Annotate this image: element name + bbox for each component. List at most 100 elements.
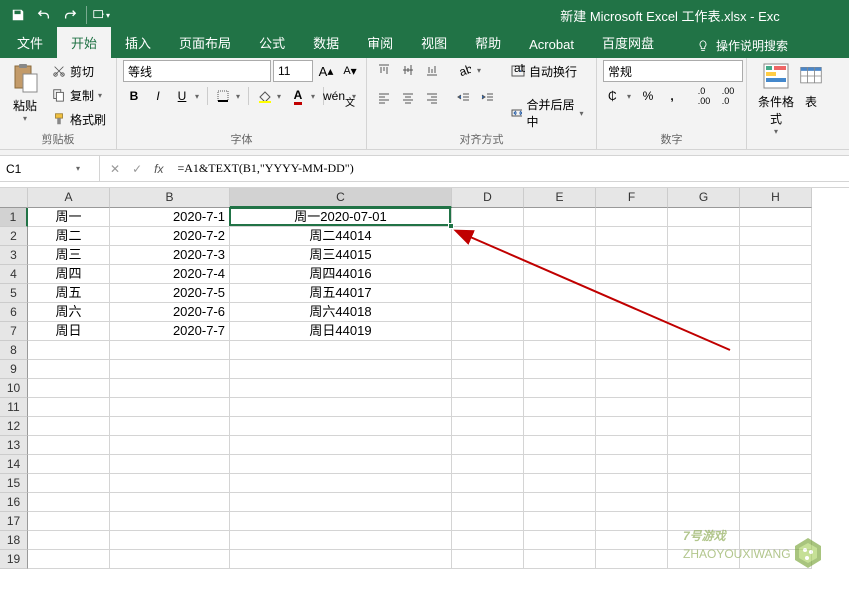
cell[interactable] bbox=[740, 455, 812, 474]
increase-indent-icon[interactable] bbox=[477, 88, 499, 108]
cell[interactable] bbox=[28, 474, 110, 493]
cell[interactable] bbox=[28, 341, 110, 360]
accounting-format-icon[interactable]: ₵ bbox=[603, 86, 625, 106]
row-header[interactable]: 2 bbox=[0, 227, 28, 246]
cell[interactable] bbox=[740, 284, 812, 303]
cell[interactable] bbox=[524, 341, 596, 360]
cell[interactable] bbox=[668, 284, 740, 303]
cell[interactable] bbox=[740, 227, 812, 246]
cell[interactable] bbox=[452, 265, 524, 284]
tab-layout[interactable]: 页面布局 bbox=[165, 27, 245, 58]
cell[interactable] bbox=[668, 398, 740, 417]
row-header[interactable]: 11 bbox=[0, 398, 28, 417]
cell[interactable] bbox=[28, 436, 110, 455]
cell[interactable] bbox=[452, 379, 524, 398]
cell[interactable] bbox=[28, 550, 110, 569]
cell[interactable] bbox=[740, 303, 812, 322]
column-header[interactable]: G bbox=[668, 188, 740, 208]
underline-button[interactable]: U bbox=[171, 86, 193, 106]
cell[interactable] bbox=[452, 493, 524, 512]
cell[interactable] bbox=[668, 379, 740, 398]
cell[interactable] bbox=[110, 531, 230, 550]
cell[interactable]: 周四44016 bbox=[230, 265, 452, 284]
cell[interactable]: 周六44018 bbox=[230, 303, 452, 322]
cell[interactable]: 周一 bbox=[28, 208, 110, 227]
cell[interactable]: 周一2020-07-01 bbox=[230, 208, 452, 227]
cell[interactable] bbox=[524, 493, 596, 512]
increase-decimal-icon[interactable]: .0.00 bbox=[693, 86, 715, 106]
cell[interactable] bbox=[230, 455, 452, 474]
cell[interactable] bbox=[596, 455, 668, 474]
cell[interactable] bbox=[668, 227, 740, 246]
align-center-icon[interactable] bbox=[397, 88, 419, 108]
row-header[interactable]: 4 bbox=[0, 265, 28, 284]
align-middle-icon[interactable] bbox=[397, 60, 419, 80]
cell[interactable] bbox=[28, 531, 110, 550]
percent-format-icon[interactable]: % bbox=[637, 86, 659, 106]
bold-button[interactable]: B bbox=[123, 86, 145, 106]
row-header[interactable]: 13 bbox=[0, 436, 28, 455]
cell[interactable]: 2020-7-1 bbox=[110, 208, 230, 227]
row-header[interactable]: 7 bbox=[0, 322, 28, 341]
cell[interactable] bbox=[740, 474, 812, 493]
cell[interactable] bbox=[524, 455, 596, 474]
cell[interactable] bbox=[668, 322, 740, 341]
cell[interactable] bbox=[452, 398, 524, 417]
column-header[interactable]: H bbox=[740, 188, 812, 208]
cell[interactable] bbox=[596, 360, 668, 379]
paste-button[interactable]: 粘贴 ▾ bbox=[6, 60, 44, 123]
cell[interactable] bbox=[110, 455, 230, 474]
cell[interactable] bbox=[230, 436, 452, 455]
cell[interactable] bbox=[524, 284, 596, 303]
cell[interactable] bbox=[452, 227, 524, 246]
cell[interactable] bbox=[28, 379, 110, 398]
cell[interactable] bbox=[740, 493, 812, 512]
redo-icon[interactable] bbox=[57, 2, 83, 28]
cell[interactable] bbox=[740, 379, 812, 398]
cell[interactable] bbox=[668, 474, 740, 493]
row-header[interactable]: 3 bbox=[0, 246, 28, 265]
cell[interactable] bbox=[668, 303, 740, 322]
cell[interactable] bbox=[596, 550, 668, 569]
cell[interactable] bbox=[524, 417, 596, 436]
cell[interactable] bbox=[524, 208, 596, 227]
cell[interactable] bbox=[596, 531, 668, 550]
cell[interactable] bbox=[668, 360, 740, 379]
align-right-icon[interactable] bbox=[421, 88, 443, 108]
copy-button[interactable]: 复制▾ bbox=[48, 84, 110, 106]
cell[interactable] bbox=[230, 531, 452, 550]
cell[interactable] bbox=[596, 379, 668, 398]
row-header[interactable]: 12 bbox=[0, 417, 28, 436]
column-header[interactable]: D bbox=[452, 188, 524, 208]
cell[interactable] bbox=[524, 512, 596, 531]
cell[interactable] bbox=[452, 455, 524, 474]
cell[interactable] bbox=[596, 474, 668, 493]
fill-handle[interactable] bbox=[448, 223, 454, 229]
cell[interactable] bbox=[28, 512, 110, 531]
cell[interactable] bbox=[524, 531, 596, 550]
cell[interactable] bbox=[110, 512, 230, 531]
cell[interactable] bbox=[740, 341, 812, 360]
cell[interactable] bbox=[596, 341, 668, 360]
tab-formula[interactable]: 公式 bbox=[245, 27, 299, 58]
cell[interactable] bbox=[230, 512, 452, 531]
column-header[interactable]: F bbox=[596, 188, 668, 208]
align-left-icon[interactable] bbox=[373, 88, 395, 108]
align-top-icon[interactable] bbox=[373, 60, 395, 80]
tab-help[interactable]: 帮助 bbox=[461, 27, 515, 58]
cell[interactable] bbox=[452, 360, 524, 379]
phonetic-button[interactable]: wén文 bbox=[328, 86, 350, 106]
fx-icon[interactable]: fx bbox=[154, 162, 163, 176]
format-painter-button[interactable]: 格式刷 bbox=[48, 108, 110, 130]
merge-center-button[interactable]: 合并后居中▾ bbox=[507, 102, 590, 124]
cell[interactable]: 周三 bbox=[28, 246, 110, 265]
orientation-icon[interactable]: ab bbox=[453, 60, 475, 80]
cell[interactable] bbox=[110, 436, 230, 455]
cell[interactable]: 周二 bbox=[28, 227, 110, 246]
cell[interactable]: 2020-7-3 bbox=[110, 246, 230, 265]
cell[interactable] bbox=[230, 417, 452, 436]
cell[interactable] bbox=[596, 265, 668, 284]
cell[interactable] bbox=[596, 208, 668, 227]
italic-button[interactable]: I bbox=[147, 86, 169, 106]
cell[interactable] bbox=[668, 246, 740, 265]
